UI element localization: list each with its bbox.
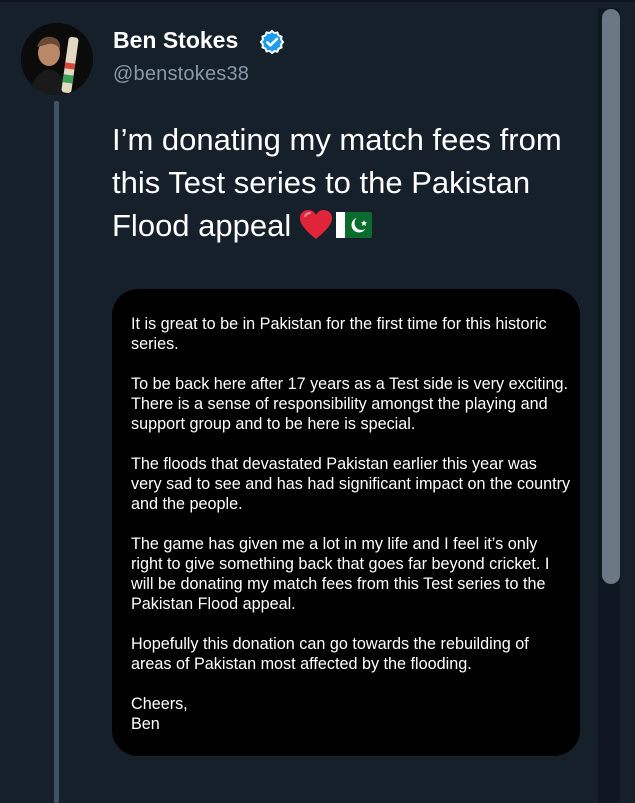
statement-paragraph: It is great to be in Pakistan for the fi… <box>131 315 547 353</box>
avatar[interactable] <box>21 23 93 95</box>
red-heart-icon <box>300 210 333 239</box>
verified-badge-icon <box>259 29 285 55</box>
scrollbar-thumb[interactable] <box>602 9 620 584</box>
statement-paragraph: Hopefully this donation can go towards t… <box>131 635 529 673</box>
avatar-photo-icon <box>21 23 93 95</box>
statement-signoff: Cheers, Ben <box>131 694 571 734</box>
top-divider <box>0 0 635 2</box>
statement-image[interactable]: It is great to be in Pakistan for the fi… <box>112 289 580 756</box>
statement-paragraph: The game has given me a lot in my life a… <box>131 535 550 613</box>
pakistan-flag-icon <box>336 212 373 238</box>
statement-paragraph: To be back here after 17 years as a Test… <box>131 375 568 433</box>
tweet-text: I’m donating my match fees from this Tes… <box>112 118 582 247</box>
thread-line <box>54 101 59 803</box>
author-name[interactable]: Ben Stokes <box>113 27 238 54</box>
statement-paragraph: The floods that devastated Pakistan earl… <box>131 455 571 513</box>
signature-text: Ben <box>131 715 160 733</box>
statement-text: It is great to be in Pakistan for the fi… <box>131 314 571 734</box>
signoff-text: Cheers, <box>131 695 188 713</box>
author-handle[interactable]: @benstokes38 <box>113 63 249 86</box>
